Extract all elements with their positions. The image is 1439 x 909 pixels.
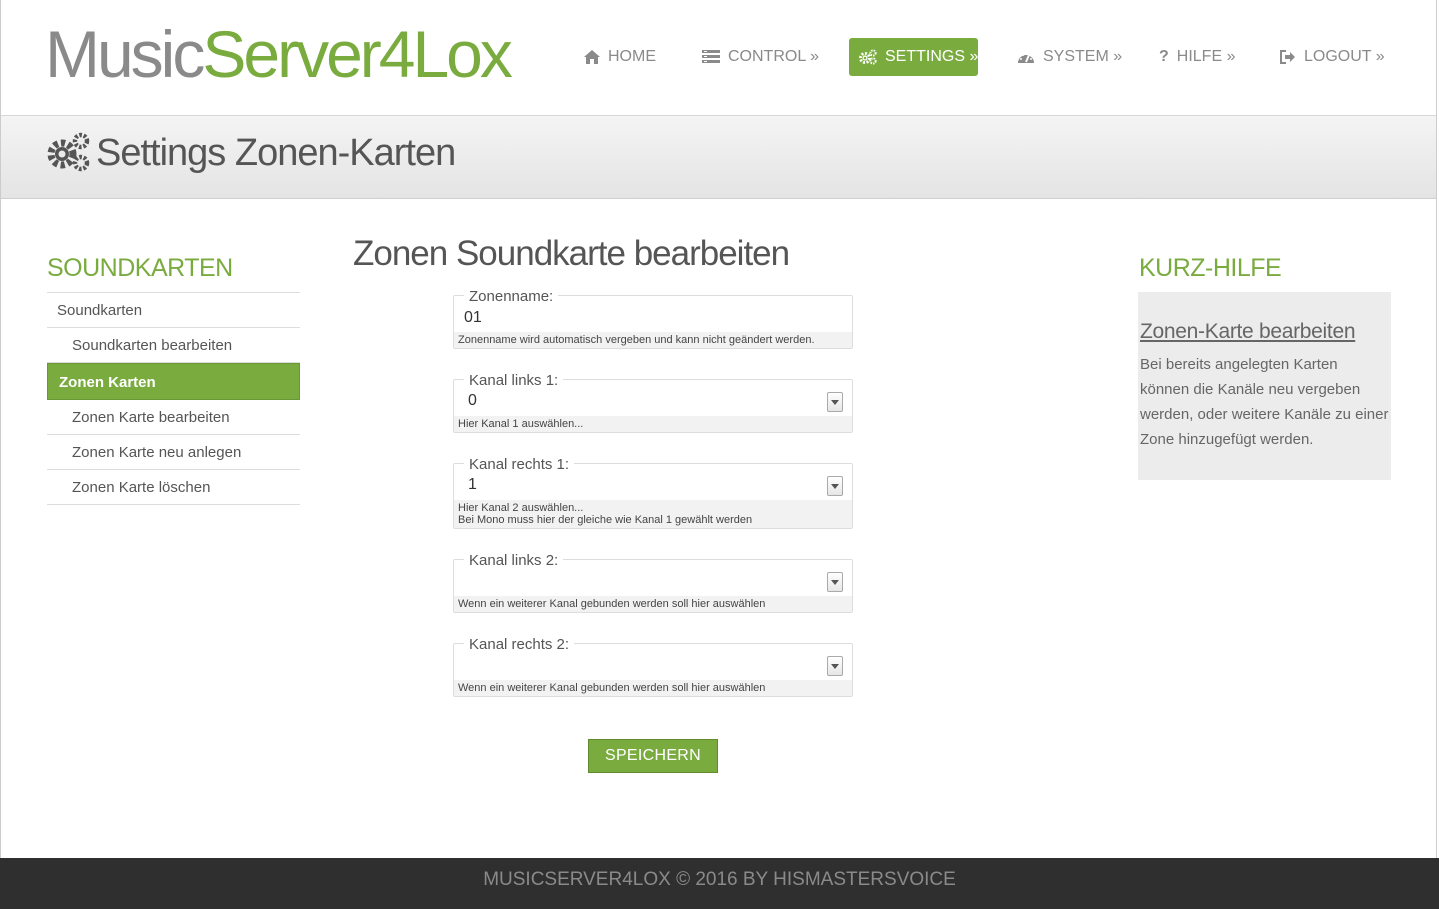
logout-icon [1279,50,1296,64]
gears-icon [47,131,91,178]
sidebar-item-zonen-karte-bearbeiten[interactable]: Zonen Karte bearbeiten [47,400,300,435]
footer-text: MUSICSERVER4LOX © 2016 BY HISMASTERSVOIC… [483,869,956,890]
kanal-links-2-hint: Wenn ein weiterer Kanal gebunden werden … [454,596,852,612]
chevron-down-icon[interactable] [827,476,843,496]
nav-logout[interactable]: LOGOUT » [1279,38,1385,76]
save-button[interactable]: SPEICHERN [588,739,718,773]
home-icon [584,50,600,64]
kanal-rechts-1-hint-line2: Bei Mono muss hier der gleiche wie Kanal… [458,514,753,526]
nav-settings[interactable]: SETTINGS » [849,38,978,76]
help-link[interactable]: Zonen-Karte bearbeiten [1140,320,1389,344]
logo-part-server4lox: Server4Lox [202,17,513,91]
help-heading: KURZ-HILFE [1139,254,1282,282]
kanal-links-1-fieldset: Kanal links 1: 0 Hier Kanal 1 auswählen.… [453,372,853,433]
chevron-down-icon[interactable] [827,572,843,592]
kanal-rechts-2-fieldset: Kanal rechts 2: Wenn ein weiterer Kanal … [453,636,853,697]
kanal-links-1-select[interactable]: 0 [454,390,852,416]
zonenname-fieldset: Zonenname: 01 Zonenname wird automatisch… [453,288,853,349]
kanal-rechts-2-label: Kanal rechts 2: [464,636,575,654]
nav-control-label: CONTROL » [728,48,819,65]
nav-hilfe[interactable]: ? HILFE » [1159,38,1235,76]
kanal-rechts-1-fieldset: Kanal rechts 1: 1 Hier Kanal 2 auswählen… [453,456,853,529]
kanal-rechts-1-select[interactable]: 1 [454,474,852,500]
sidebar-item-zonen-karte-neu-anlegen[interactable]: Zonen Karte neu anlegen [47,435,300,470]
nav-home-label: HOME [608,48,656,65]
zonenname-label: Zonenname: [464,288,559,306]
zonenname-value: 01 [464,309,482,326]
kanal-links-2-fieldset: Kanal links 2: Wenn ein weiterer Kanal g… [453,552,853,613]
kanal-links-2-label: Kanal links 2: [464,552,564,570]
page-title: Settings Zonen-Karten [96,132,456,174]
kanal-links-1-hint: Hier Kanal 1 auswählen... [454,416,852,432]
kanal-rechts-2-select[interactable] [454,654,852,680]
chevron-down-icon[interactable] [827,656,843,676]
logo[interactable]: MusicServer4Lox [45,17,513,91]
question-icon: ? [1159,48,1169,65]
form-title: Zonen Soundkarte bearbeiten [353,234,790,273]
list-icon [702,50,720,64]
sidebar-menu: Soundkarten Soundkarten bearbeiten Zonen… [47,292,300,505]
nav-hilfe-label: HILFE » [1176,48,1236,65]
kanal-links-1-value: 0 [468,392,477,409]
kanal-rechts-2-hint: Wenn ein weiterer Kanal gebunden werden … [454,680,852,696]
page-title-band: Settings Zonen-Karten [1,115,1436,199]
nav-system-label: SYSTEM » [1043,48,1123,65]
sidebar-item-soundkarten-bearbeiten[interactable]: Soundkarten bearbeiten [47,328,300,363]
help-text: Bei bereits angelegten Karten können die… [1140,356,1389,448]
chevron-down-icon[interactable] [827,392,843,412]
nav-logout-label: LOGOUT » [1304,48,1385,65]
help-box: Zonen-Karte bearbeiten Bei bereits angel… [1138,292,1391,480]
kanal-links-1-label: Kanal links 1: [464,372,564,390]
kanal-links-2-select[interactable] [454,570,852,596]
sidebar-heading: SOUNDKARTEN [47,254,233,282]
kanal-rechts-1-label: Kanal rechts 1: [464,456,575,474]
logo-part-music: Music [45,17,205,91]
dashboard-icon [1017,50,1035,64]
sidebar-item-zonen-karte-loeschen[interactable]: Zonen Karte löschen [47,470,300,505]
nav-settings-label: SETTINGS » [885,48,979,65]
nav-home[interactable]: HOME [584,38,656,76]
zonenname-hint: Zonenname wird automatisch vergeben und … [454,332,852,348]
nav-control[interactable]: CONTROL » [702,38,819,76]
kanal-rechts-1-hint: Hier Kanal 2 auswählen... Bei Mono muss … [454,500,852,528]
sidebar-item-soundkarten[interactable]: Soundkarten [47,293,300,328]
footer: MUSICSERVER4LOX © 2016 BY HISMASTERSVOIC… [0,858,1439,909]
kanal-rechts-1-value: 1 [468,476,477,493]
sidebar-item-zonen-karten[interactable]: Zonen Karten [47,363,300,400]
nav-system[interactable]: SYSTEM » [1017,38,1122,76]
gears-icon [859,49,877,65]
kanal-rechts-1-hint-line1: Hier Kanal 2 auswählen... [458,502,584,514]
